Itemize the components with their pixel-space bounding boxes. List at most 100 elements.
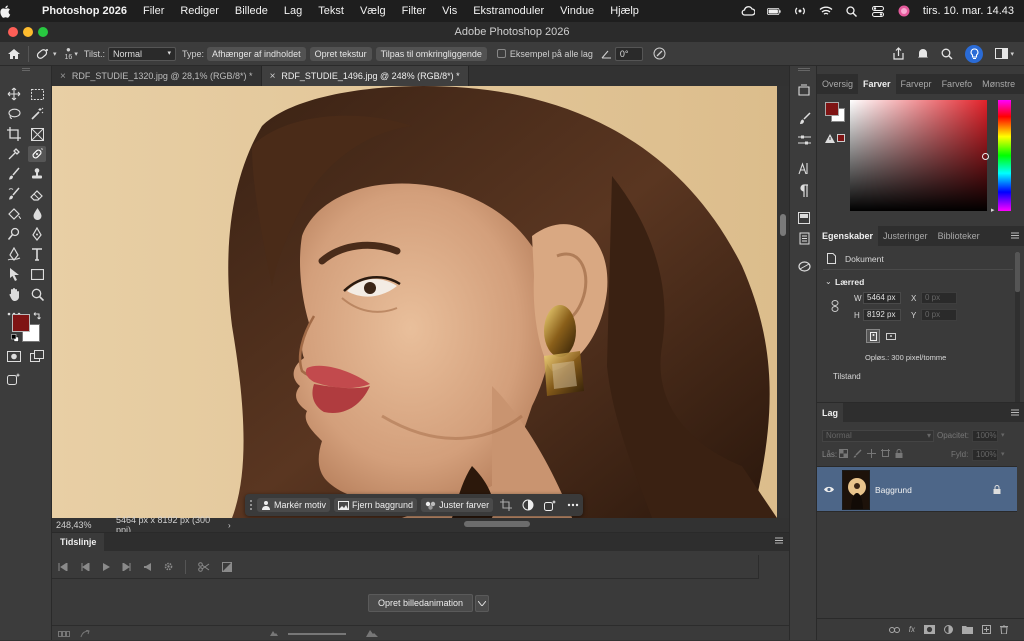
clone-stamp-tool-icon[interactable] (28, 166, 46, 182)
menu-item-ekstramoduler[interactable]: Ekstramoduler (465, 5, 552, 17)
layer-name[interactable]: Baggrund (875, 485, 912, 495)
document-canvas[interactable] (52, 86, 777, 518)
lock-artboard-icon[interactable] (881, 449, 890, 458)
menu-item-vindue[interactable]: Vindue (552, 5, 602, 17)
tab-adjustments[interactable]: Justeringer (878, 226, 933, 246)
lock-all-icon[interactable] (895, 449, 903, 458)
workspace-layout-icon[interactable]: ▾ (995, 48, 1014, 59)
canvas-vertical-scrollbar[interactable] (777, 86, 789, 518)
tab-close-icon[interactable]: × (60, 71, 66, 82)
search-icon[interactable] (941, 48, 953, 60)
delete-layer-trash-icon[interactable] (1000, 625, 1008, 634)
tab-libraries[interactable]: Biblioteker (933, 226, 985, 246)
creative-cloud-icon[interactable] (741, 5, 755, 17)
rectangular-marquee-tool-icon[interactable] (28, 86, 46, 102)
zoom-in-mountain-icon[interactable] (366, 630, 378, 637)
layer-lock-icon[interactable] (993, 485, 1001, 494)
zoom-window-button[interactable] (38, 27, 48, 37)
brush-settings-panel-icon[interactable] (796, 110, 812, 126)
zoom-level[interactable]: 248,43% (52, 520, 108, 530)
paint-bucket-tool-icon[interactable] (5, 206, 23, 222)
go-to-next-frame-icon[interactable] (122, 562, 132, 571)
out-of-gamut-warning-icon[interactable] (825, 134, 835, 143)
eyedropper-tool-icon[interactable] (5, 146, 23, 162)
tab-document-1496[interactable]: × RDF_STUDIE_1496.jpg @ 248% (RGB/8*) * (261, 66, 469, 86)
battery-icon[interactable] (766, 5, 781, 17)
sample-all-layers-checkbox[interactable] (496, 49, 506, 58)
properties-scrollbar[interactable] (1015, 252, 1020, 402)
layer-style-fx-icon[interactable]: fx (909, 625, 915, 634)
link-dimensions-icon[interactable] (831, 300, 839, 312)
hue-slider[interactable] (998, 100, 1011, 211)
type-tool-icon[interactable] (28, 246, 46, 262)
type-proximity-match-button[interactable]: Tilpas til omkringliggende (375, 46, 487, 61)
menubar-clock[interactable]: tirs. 10. mar. 14.43 (923, 5, 1014, 17)
crop-transform-icon[interactable] (497, 499, 515, 511)
lasso-tool-icon[interactable] (5, 106, 23, 122)
brush-picker-chevron-icon[interactable]: ▾ (74, 50, 78, 58)
panel-menu-icon[interactable] (1006, 403, 1024, 422)
paths-panel-icon[interactable] (796, 258, 812, 274)
menu-item-vis[interactable]: Vis (434, 5, 465, 17)
apple-icon[interactable] (0, 5, 34, 18)
tab-close-icon[interactable]: × (270, 71, 276, 82)
menu-item-hjaelp[interactable]: Hjælp (602, 5, 647, 17)
eraser-tool-icon[interactable] (28, 186, 46, 202)
default-colors-icon[interactable] (11, 334, 19, 342)
crop-tool-icon[interactable] (5, 126, 23, 142)
history-panel-icon[interactable] (796, 82, 812, 98)
x-field[interactable]: 0 px (921, 292, 957, 304)
pressure-size-icon[interactable] (653, 47, 666, 60)
menu-item-lag[interactable]: Lag (276, 5, 310, 17)
path-selection-tool-icon[interactable] (5, 266, 23, 282)
generative-icon[interactable] (541, 499, 560, 511)
menu-item-filter[interactable]: Filter (394, 5, 434, 17)
hand-tool-icon[interactable] (5, 286, 23, 302)
layer-visibility-eye-icon[interactable] (824, 486, 834, 493)
tab-document-1320[interactable]: × RDF_STUDIE_1320.jpg @ 28,1% (RGB/8*) * (52, 66, 262, 86)
quick-mask-icon[interactable] (5, 348, 23, 364)
color-picker-cursor[interactable] (982, 153, 989, 160)
new-adjustment-layer-icon[interactable] (944, 625, 953, 634)
zoom-out-mountain-icon[interactable] (270, 631, 278, 636)
type-content-aware-button[interactable]: Afhænger af indholdet (207, 46, 306, 61)
width-field[interactable]: 5464 px (863, 292, 901, 304)
tab-patterns[interactable]: Mønstre (977, 74, 1020, 94)
audio-icon[interactable] (144, 562, 152, 571)
blur-tool-icon[interactable] (28, 206, 46, 222)
timeline-tab[interactable]: Tidslinje (52, 533, 105, 551)
home-icon[interactable] (0, 48, 28, 60)
adjustments-sliders-panel-icon[interactable] (796, 132, 812, 148)
brush-tool-icon[interactable] (5, 166, 23, 182)
portrait-orientation-button[interactable] (866, 329, 880, 343)
history-brush-tool-icon[interactable] (5, 186, 23, 202)
menu-item-billede[interactable]: Billede (227, 5, 276, 17)
fill-field[interactable]: 100% (972, 449, 998, 461)
spot-healing-brush-tool-icon[interactable] (28, 146, 46, 162)
tab-gradients[interactable]: Farvefo (937, 74, 978, 94)
brush-size-picker[interactable]: ● 16 (65, 45, 73, 62)
timeline-zoom-slider[interactable] (288, 632, 346, 635)
remove-background-button[interactable]: Fjern baggrund (334, 498, 418, 512)
taskbar-drag-handle-icon[interactable] (249, 499, 253, 511)
settings-gear-icon[interactable] (164, 562, 173, 571)
lock-transparent-pixels-icon[interactable] (839, 449, 848, 458)
render-video-icon[interactable] (80, 629, 90, 638)
zoom-tool-icon[interactable] (28, 286, 46, 302)
adjust-colors-button[interactable]: Juster farver (421, 498, 494, 512)
hue-slider-marker-icon[interactable]: ▸ (991, 206, 995, 214)
move-tool-icon[interactable] (5, 86, 23, 102)
split-at-playhead-icon[interactable] (198, 561, 210, 572)
opacity-field[interactable]: 100% (972, 430, 998, 442)
vertical-scroll-thumb[interactable] (780, 214, 786, 236)
toolbar-grip[interactable] (22, 68, 30, 71)
menu-item-vaelg[interactable]: Vælg (352, 5, 394, 17)
height-field[interactable]: 8192 px (863, 309, 901, 321)
foreground-color-swatch[interactable] (12, 314, 30, 332)
opacity-chevron-icon[interactable]: ▾ (1001, 431, 1005, 439)
freeform-pen-tool-icon[interactable] (5, 246, 23, 262)
canvas-section-chevron-icon[interactable]: ⌄ (825, 277, 832, 286)
animation-type-dropdown-icon[interactable] (475, 594, 490, 612)
dodge-tool-icon[interactable] (5, 226, 23, 242)
tab-properties[interactable]: Egenskaber (817, 226, 879, 246)
